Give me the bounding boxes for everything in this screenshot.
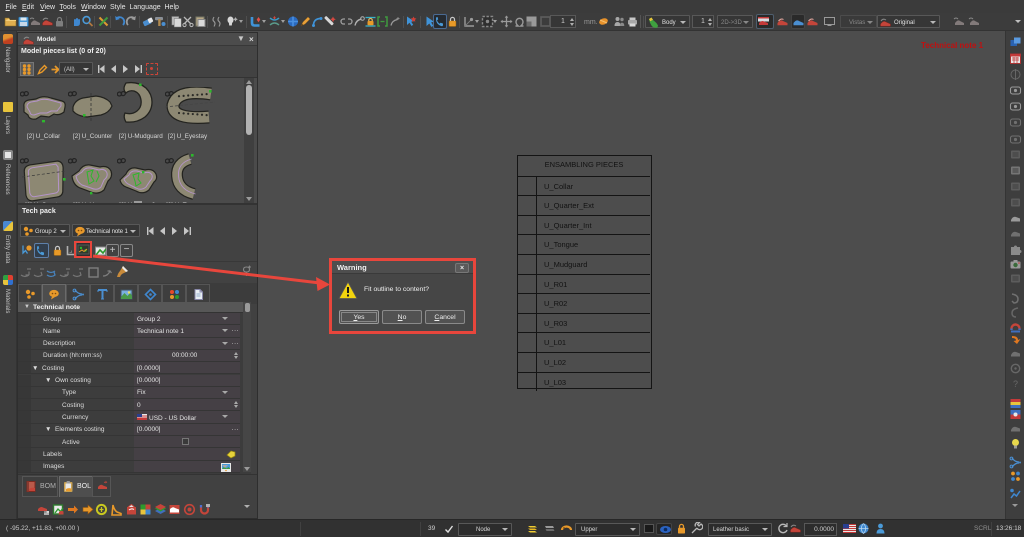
svg-text:?: ? [1013, 379, 1018, 389]
